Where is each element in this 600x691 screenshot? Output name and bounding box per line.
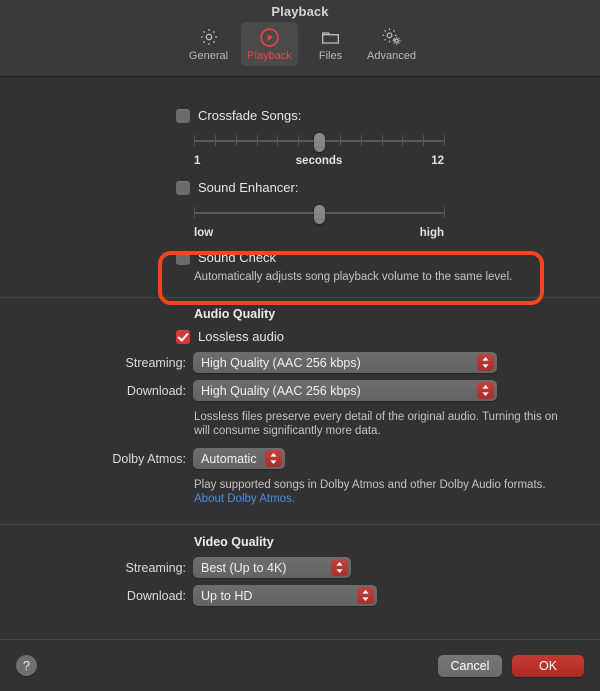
tab-advanced[interactable]: Advanced bbox=[363, 22, 420, 66]
tab-bar: General Playback Files Advanced bbox=[0, 22, 600, 66]
chevron-updown-icon bbox=[357, 587, 374, 604]
sound-enhancer-label: Sound Enhancer: bbox=[198, 180, 299, 195]
help-button[interactable]: ? bbox=[16, 655, 37, 676]
lossless-label: Lossless audio bbox=[198, 329, 284, 344]
preferences-content: Crossfade Songs: 1 seconds 12 Sound Enha… bbox=[0, 77, 600, 639]
sound-check-label: Sound Check bbox=[198, 250, 277, 265]
sound-enhancer-slider-legend: low high bbox=[194, 227, 444, 243]
video-quality-title: Video Quality bbox=[194, 535, 274, 549]
sound-enhancer-slider[interactable] bbox=[194, 201, 445, 227]
tab-playback-label: Playback bbox=[247, 50, 292, 62]
tab-playback[interactable]: Playback bbox=[241, 22, 298, 66]
audio-quality-title: Audio Quality bbox=[194, 307, 276, 321]
sound-enhancer-slider-knob[interactable] bbox=[313, 205, 325, 224]
cancel-button[interactable]: Cancel bbox=[438, 654, 502, 677]
sound-enhancer-checkbox[interactable] bbox=[176, 180, 190, 195]
crossfade-max-label: 12 bbox=[431, 155, 444, 167]
audio-download-row: Download: High Quality (AAC 256 kbps) bbox=[0, 380, 600, 401]
audio-download-select[interactable]: High Quality (AAC 256 kbps) bbox=[193, 380, 497, 401]
audio-streaming-row: Streaming: High Quality (AAC 256 kbps) bbox=[0, 352, 600, 373]
video-download-value: Up to HD bbox=[201, 588, 253, 603]
crossfade-slider-legend: 1 seconds 12 bbox=[194, 155, 444, 171]
footer-actions: Cancel OK bbox=[438, 654, 584, 677]
folder-icon bbox=[304, 26, 357, 48]
ok-button[interactable]: OK bbox=[512, 654, 584, 677]
chevron-updown-icon bbox=[477, 354, 494, 371]
video-download-label: Download: bbox=[126, 588, 186, 603]
sound-enhancer-max-label: high bbox=[419, 227, 444, 239]
chevron-updown-icon bbox=[264, 450, 282, 467]
dolby-atmos-label: Dolby Atmos: bbox=[112, 451, 186, 466]
lossless-row: Lossless audio bbox=[0, 329, 600, 344]
dolby-description: Play supported songs in Dolby Atmos and … bbox=[194, 478, 562, 506]
tab-general[interactable]: General bbox=[180, 22, 237, 66]
dolby-atmos-select[interactable]: Automatic bbox=[193, 448, 285, 469]
audio-download-label: Download: bbox=[126, 383, 186, 398]
separator-audio bbox=[0, 297, 600, 298]
crossfade-slider-group: 1 seconds 12 bbox=[194, 129, 600, 171]
play-circle-icon bbox=[243, 26, 296, 48]
audio-streaming-select[interactable]: High Quality (AAC 256 kbps) bbox=[193, 352, 497, 373]
sound-check-description: Automatically adjusts song playback volu… bbox=[194, 271, 513, 283]
chevron-updown-icon bbox=[331, 559, 348, 576]
audio-streaming-value: High Quality (AAC 256 kbps) bbox=[201, 355, 361, 370]
dolby-atmos-row: Dolby Atmos: Automatic bbox=[0, 448, 600, 469]
crossfade-min-label: 1 bbox=[194, 155, 201, 167]
tab-advanced-label: Advanced bbox=[367, 50, 416, 62]
sound-check-checkbox[interactable] bbox=[176, 250, 190, 265]
toolbar: Playback General Playback Files Advanced bbox=[0, 0, 600, 77]
dolby-description-text: Play supported songs in Dolby Atmos and … bbox=[194, 479, 546, 491]
lossless-description: Lossless files preserve every detail of … bbox=[194, 411, 558, 437]
dolby-atmos-value: Automatic bbox=[201, 451, 257, 466]
video-streaming-select[interactable]: Best (Up to 4K) bbox=[193, 557, 351, 578]
video-streaming-label: Streaming: bbox=[125, 560, 186, 575]
video-streaming-value: Best (Up to 4K) bbox=[201, 560, 287, 575]
double-gear-icon bbox=[365, 26, 418, 48]
sound-enhancer-row: Sound Enhancer: bbox=[0, 180, 600, 195]
crossfade-row: Crossfade Songs: bbox=[0, 108, 600, 123]
video-streaming-row: Streaming: Best (Up to 4K) bbox=[0, 557, 600, 578]
about-dolby-atmos-link[interactable]: About Dolby Atmos. bbox=[194, 493, 295, 505]
crossfade-slider[interactable] bbox=[194, 129, 445, 155]
crossfade-slider-knob[interactable] bbox=[313, 133, 325, 152]
tab-general-label: General bbox=[188, 50, 229, 62]
separator-video bbox=[0, 524, 600, 525]
tab-files-label: Files bbox=[318, 50, 343, 62]
sound-check-row: Sound Check bbox=[0, 250, 600, 265]
lossless-checkbox[interactable] bbox=[176, 329, 190, 344]
preferences-window: Playback General Playback Files Advanced… bbox=[0, 0, 600, 691]
audio-streaming-label: Streaming: bbox=[125, 355, 186, 370]
video-download-select[interactable]: Up to HD bbox=[193, 585, 377, 606]
crossfade-unit-label: seconds bbox=[295, 155, 343, 167]
audio-download-value: High Quality (AAC 256 kbps) bbox=[201, 383, 361, 398]
sound-enhancer-min-label: low bbox=[194, 227, 214, 239]
sound-enhancer-slider-group: low high bbox=[194, 201, 600, 243]
crossfade-checkbox[interactable] bbox=[176, 108, 190, 123]
tab-files[interactable]: Files bbox=[302, 22, 359, 66]
window-title: Playback bbox=[271, 4, 329, 19]
video-download-row: Download: Up to HD bbox=[0, 585, 600, 606]
dialog-footer: ? Cancel OK bbox=[0, 639, 600, 691]
chevron-updown-icon bbox=[477, 382, 494, 399]
gear-icon bbox=[182, 26, 235, 48]
crossfade-label: Crossfade Songs: bbox=[198, 108, 302, 123]
